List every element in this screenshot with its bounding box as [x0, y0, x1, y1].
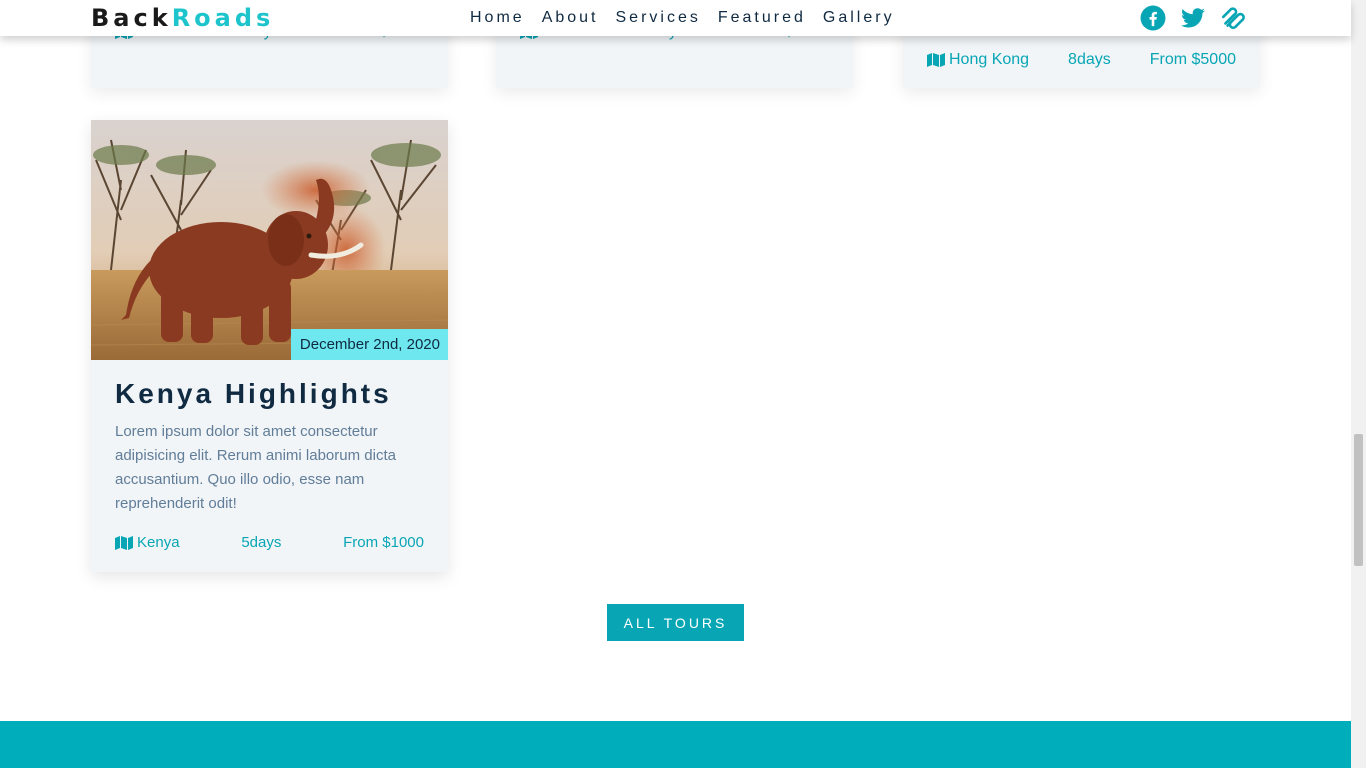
scrollbar-track[interactable] [1351, 0, 1366, 768]
tour-duration: 8days [1068, 51, 1111, 68]
social-icons [1140, 5, 1246, 31]
all-tours-button[interactable]: ALL TOURS [607, 604, 744, 641]
tour-price: From $1000 [343, 534, 424, 551]
footer [0, 721, 1351, 768]
tour-date-badge: December 2nd, 2020 [290, 329, 448, 360]
nav-links: Home About Services Featured Gallery [470, 9, 912, 27]
tour-image: December 2nd, 2020 [91, 120, 448, 360]
tour-duration: 5days [241, 534, 282, 551]
nav-link-featured[interactable]: Featured [718, 9, 806, 27]
nav-link-about[interactable]: About [542, 9, 599, 27]
tour-card-footer: Hong Kong 8days From $5000 [927, 51, 1236, 69]
tour-card-footer: Kenya 5days From $1000 [115, 534, 424, 551]
tour-location: Hong Kong [927, 51, 1029, 69]
map-icon [927, 53, 945, 67]
twitter-icon[interactable] [1180, 5, 1206, 31]
tour-location-label: Kenya [137, 534, 180, 551]
tour-location: Kenya [115, 534, 180, 551]
logo[interactable]: BackRoads [91, 4, 274, 32]
facebook-icon[interactable] [1140, 5, 1166, 31]
navbar: BackRoads Home About Services Featured G… [0, 0, 1351, 36]
squarespace-icon[interactable] [1220, 5, 1246, 31]
tour-price: From $5000 [1149, 51, 1236, 68]
nav-link-services[interactable]: Services [616, 9, 701, 27]
tour-card-kenya[interactable]: December 2nd, 2020 Kenya Highlights Lore… [91, 120, 448, 572]
tour-location-label: Hong Kong [949, 51, 1030, 68]
nav-link-home[interactable]: Home [470, 9, 525, 27]
nav-link-gallery[interactable]: Gallery [823, 9, 895, 27]
logo-back: Back [91, 4, 172, 32]
tour-description: Lorem ipsum dolor sit amet consectetur a… [115, 423, 396, 512]
elephant-photo [91, 120, 448, 360]
scrollbar-thumb[interactable] [1354, 434, 1363, 566]
tour-title: Kenya Highlights [115, 378, 392, 409]
logo-roads: Roads [171, 4, 275, 32]
map-icon [115, 535, 133, 550]
